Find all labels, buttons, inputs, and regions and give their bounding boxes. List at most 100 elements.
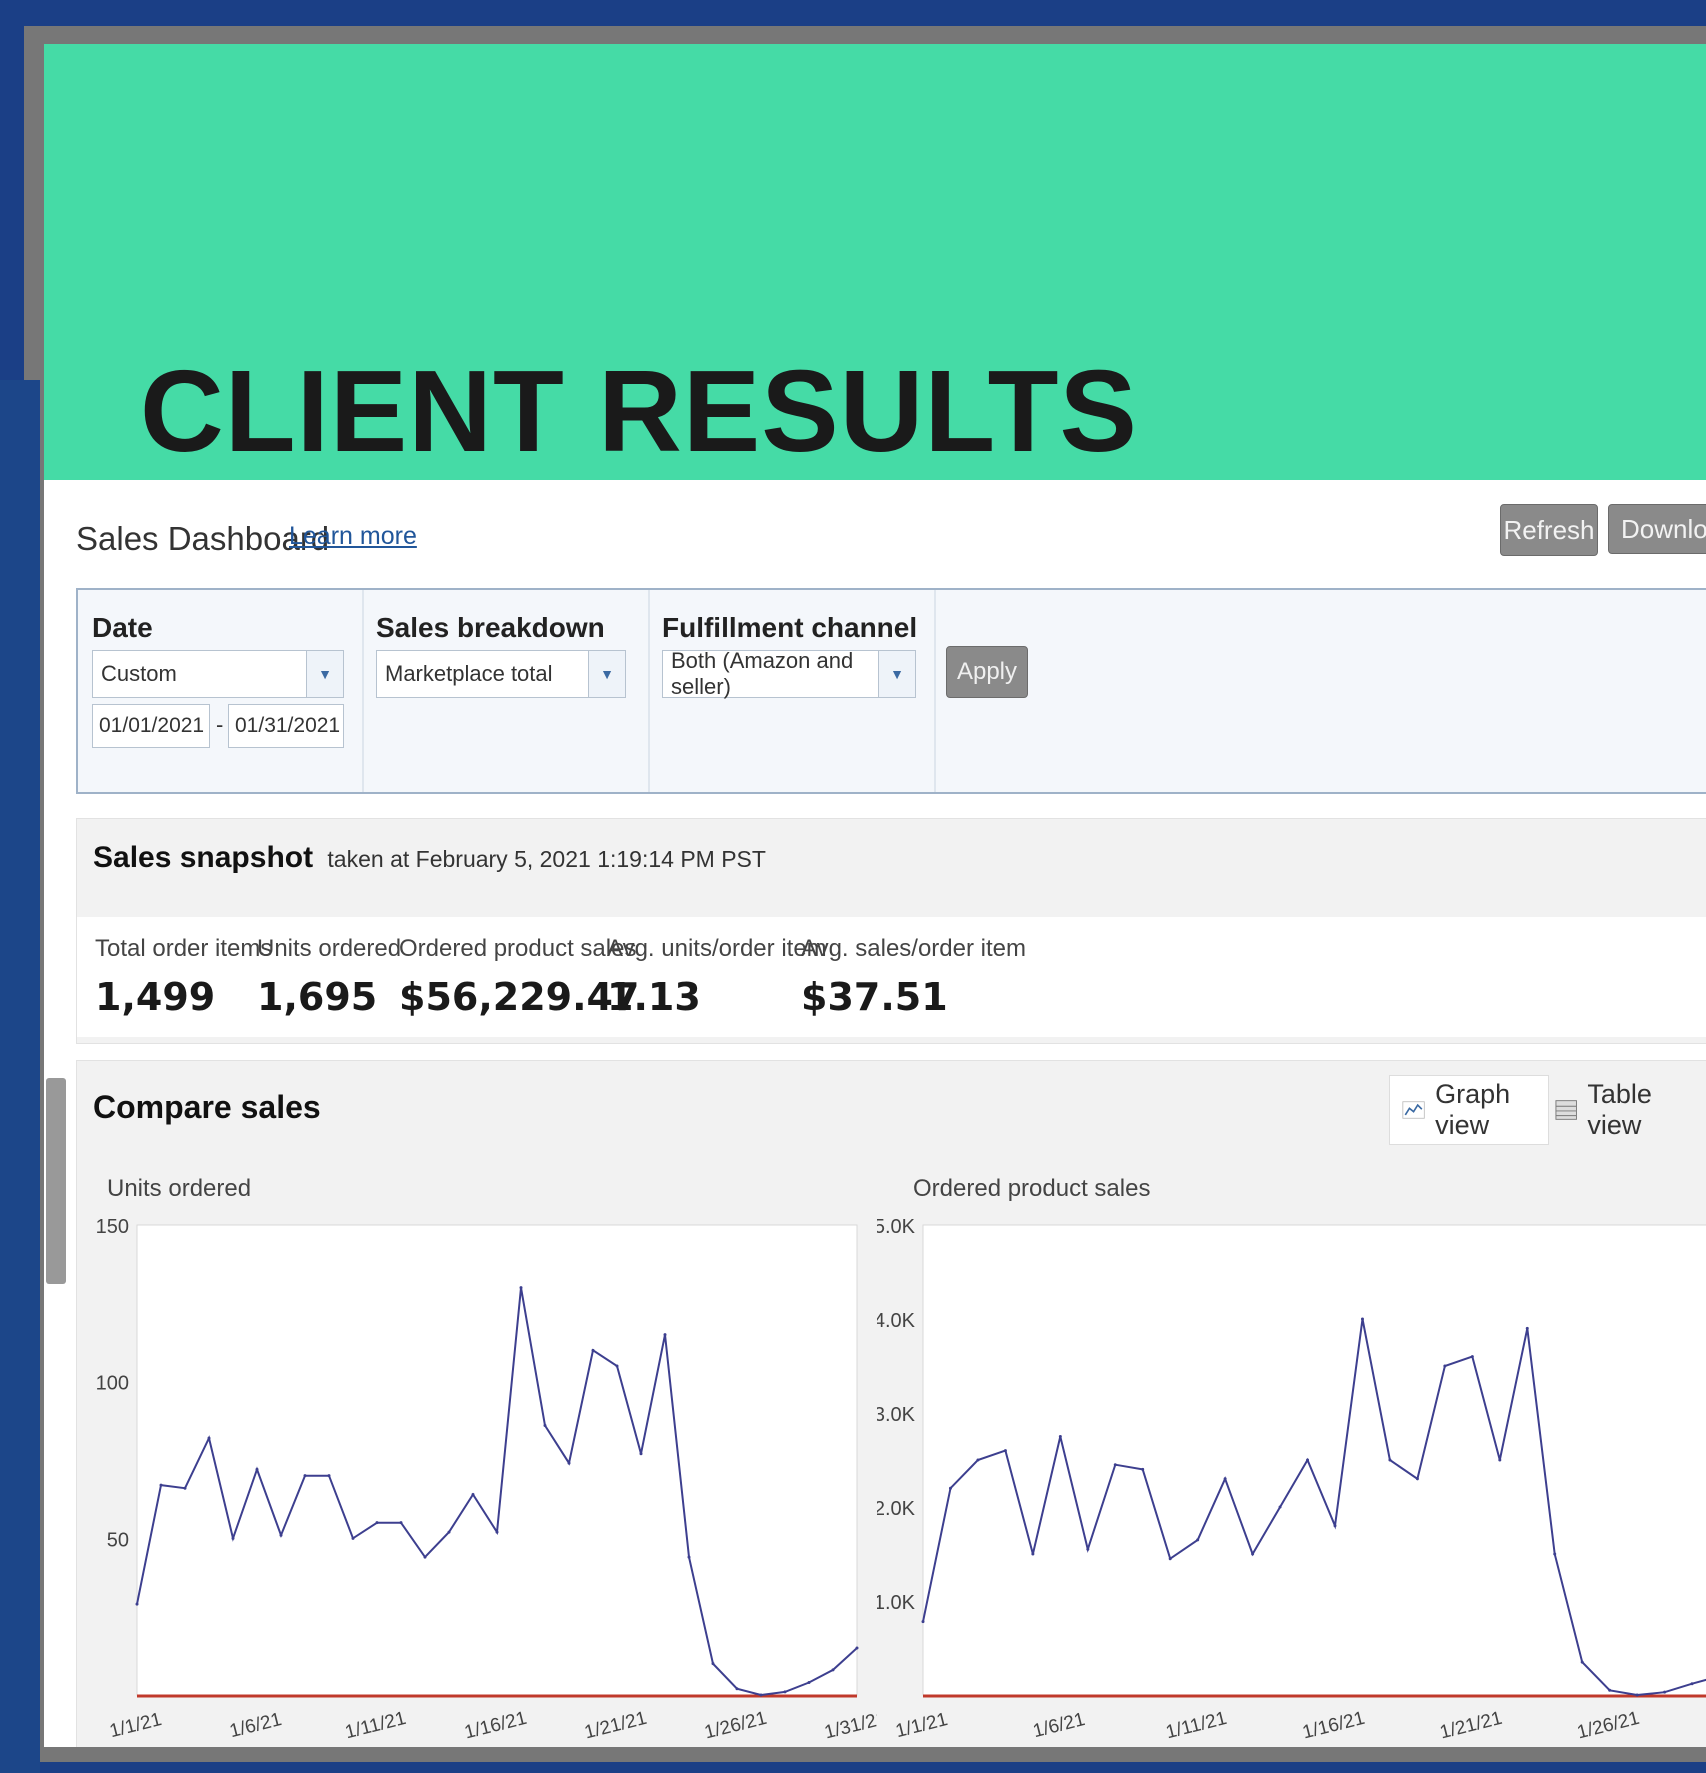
channel-filter: Fulfillment channel Both (Amazon and sel… (648, 590, 936, 792)
data-point (1141, 1467, 1145, 1471)
graph-view-button[interactable]: Graph view (1389, 1075, 1549, 1145)
data-point (1333, 1524, 1337, 1528)
data-point (279, 1533, 283, 1537)
channel-label: Fulfillment channel (662, 612, 918, 643)
data-point (543, 1424, 547, 1428)
data-point (255, 1467, 259, 1471)
data-point (1223, 1477, 1227, 1481)
breakdown-select[interactable]: Marketplace total ▼ (376, 650, 626, 698)
metric-value: 1.13 (607, 975, 701, 1019)
data-point (1470, 1355, 1474, 1359)
data-point (1031, 1552, 1035, 1556)
plot-area (136, 1224, 858, 1696)
y-tick-label: 5.0K (877, 1216, 916, 1238)
data-point (351, 1536, 355, 1540)
metric-label: Units ordered (257, 935, 402, 962)
data-point (231, 1536, 235, 1540)
end-date-field[interactable]: 01/31/2021 (228, 704, 344, 748)
x-tick-label: 1/6/21 (227, 1709, 283, 1742)
y-tick-label: 50 (107, 1529, 129, 1551)
chevron-down-icon: ▼ (878, 651, 915, 697)
y-tick-label: 150 (96, 1216, 129, 1238)
data-point (327, 1474, 331, 1478)
data-point (1278, 1505, 1282, 1509)
table-view-button[interactable]: Table view (1555, 1075, 1705, 1145)
chart-title-units: Units ordered (107, 1175, 252, 1202)
learn-more-link[interactable]: Learn more (289, 522, 417, 551)
start-date-field[interactable]: 01/01/2021 (92, 704, 210, 748)
dashboard-header: Sales Dashboard Learn more (76, 520, 1706, 566)
data-point (591, 1348, 595, 1352)
graph-view-label: Graph view (1435, 1079, 1511, 1140)
plot-area (922, 1224, 1706, 1696)
data-point (831, 1668, 835, 1672)
hero-banner: CLIENT RESULTS (44, 44, 1706, 480)
chevron-down-icon: ▼ (306, 651, 343, 697)
ordered-sales-chart: 5.0K 4.0K 3.0K 2.0K 1.0K 1/1/21 1/6/21 1/11/21 1… (877, 1216, 1706, 1744)
metric-label: Avg. units/order item (607, 935, 827, 962)
data-point (399, 1521, 403, 1525)
date-range-select[interactable]: Custom ▼ (92, 650, 344, 698)
data-point (711, 1662, 715, 1666)
download-button[interactable]: Download (1608, 504, 1706, 554)
metric-ordered-product-sales: Ordered product sales $56,229.47 (399, 935, 639, 1019)
apply-button[interactable]: Apply (946, 646, 1028, 698)
compare-sales: Compare sales Graph view Table view Unit… (76, 1060, 1706, 1747)
metric-value: $56,229.47 (399, 975, 640, 1019)
metric-value: 1,695 (257, 975, 378, 1019)
reports-side-tab[interactable] (46, 1078, 66, 1284)
refresh-button[interactable]: Refresh (1500, 504, 1598, 556)
metric-avg-units: Avg. units/order item 1.13 (607, 935, 827, 1019)
table-view-label: Table view (1587, 1079, 1652, 1140)
hero-title: CLIENT RESULTS (140, 346, 1138, 476)
data-point (1608, 1688, 1612, 1692)
data-point (948, 1486, 952, 1490)
data-point (1663, 1690, 1667, 1694)
x-tick-label: 1/21/21 (1438, 1708, 1505, 1744)
metric-value: $37.51 (801, 975, 948, 1019)
x-tick-label: 1/11/21 (1164, 1708, 1229, 1743)
breakdown-filter: Sales breakdown Marketplace total ▼ (362, 590, 650, 792)
data-point (921, 1620, 925, 1624)
snapshot-heading: Sales snapshot (93, 841, 314, 874)
x-tick-label: 1/26/21 (702, 1708, 769, 1744)
snapshot-metrics: Total order items 1,499 Units ordered 1,… (77, 917, 1706, 1037)
data-point (615, 1364, 619, 1368)
metric-avg-sales: Avg. sales/order item $37.51 (801, 935, 1026, 1019)
snapshot-title: Sales snapshot taken at February 5, 2021… (93, 841, 766, 875)
data-point (783, 1690, 787, 1694)
y-tick-label: 1.0K (877, 1592, 916, 1614)
data-point (1415, 1477, 1419, 1481)
date-separator: - (216, 712, 224, 737)
y-tick-label: 2.0K (877, 1498, 916, 1520)
data-point (1003, 1449, 1007, 1453)
x-tick-label: 1/16/21 (1300, 1708, 1367, 1744)
compare-title: Compare sales (93, 1089, 321, 1125)
data-point (1113, 1463, 1117, 1467)
data-point (735, 1687, 739, 1691)
data-point (159, 1483, 163, 1487)
data-point (495, 1530, 499, 1534)
y-tick-label: 3.0K (877, 1404, 916, 1426)
metric-label: Total order items (95, 935, 273, 962)
metric-label: Avg. sales/order item (801, 935, 1026, 962)
channel-select[interactable]: Both (Amazon and seller) ▼ (662, 648, 916, 699)
data-point (135, 1602, 139, 1606)
sales-snapshot: Sales snapshot taken at February 5, 2021… (76, 818, 1706, 1044)
data-point (1498, 1458, 1502, 1462)
x-tick-label: 1/31/21 (822, 1708, 877, 1744)
data-point (976, 1458, 980, 1462)
data-point (1580, 1660, 1584, 1664)
breakdown-label: Sales breakdown (376, 612, 605, 643)
line-chart-icon (1402, 1101, 1425, 1119)
data-point (1388, 1458, 1392, 1462)
data-point (375, 1521, 379, 1525)
data-point (1360, 1317, 1364, 1321)
snapshot-timestamp: taken at February 5, 2021 1:19:14 PM PST (327, 846, 766, 872)
data-point (1443, 1364, 1447, 1368)
date-range-value: Custom (101, 661, 177, 686)
data-point (1058, 1435, 1062, 1438)
x-tick-label: 1/11/21 (343, 1708, 408, 1743)
chart-title-sales: Ordered product sales (913, 1175, 1151, 1202)
data-point (1525, 1326, 1529, 1330)
